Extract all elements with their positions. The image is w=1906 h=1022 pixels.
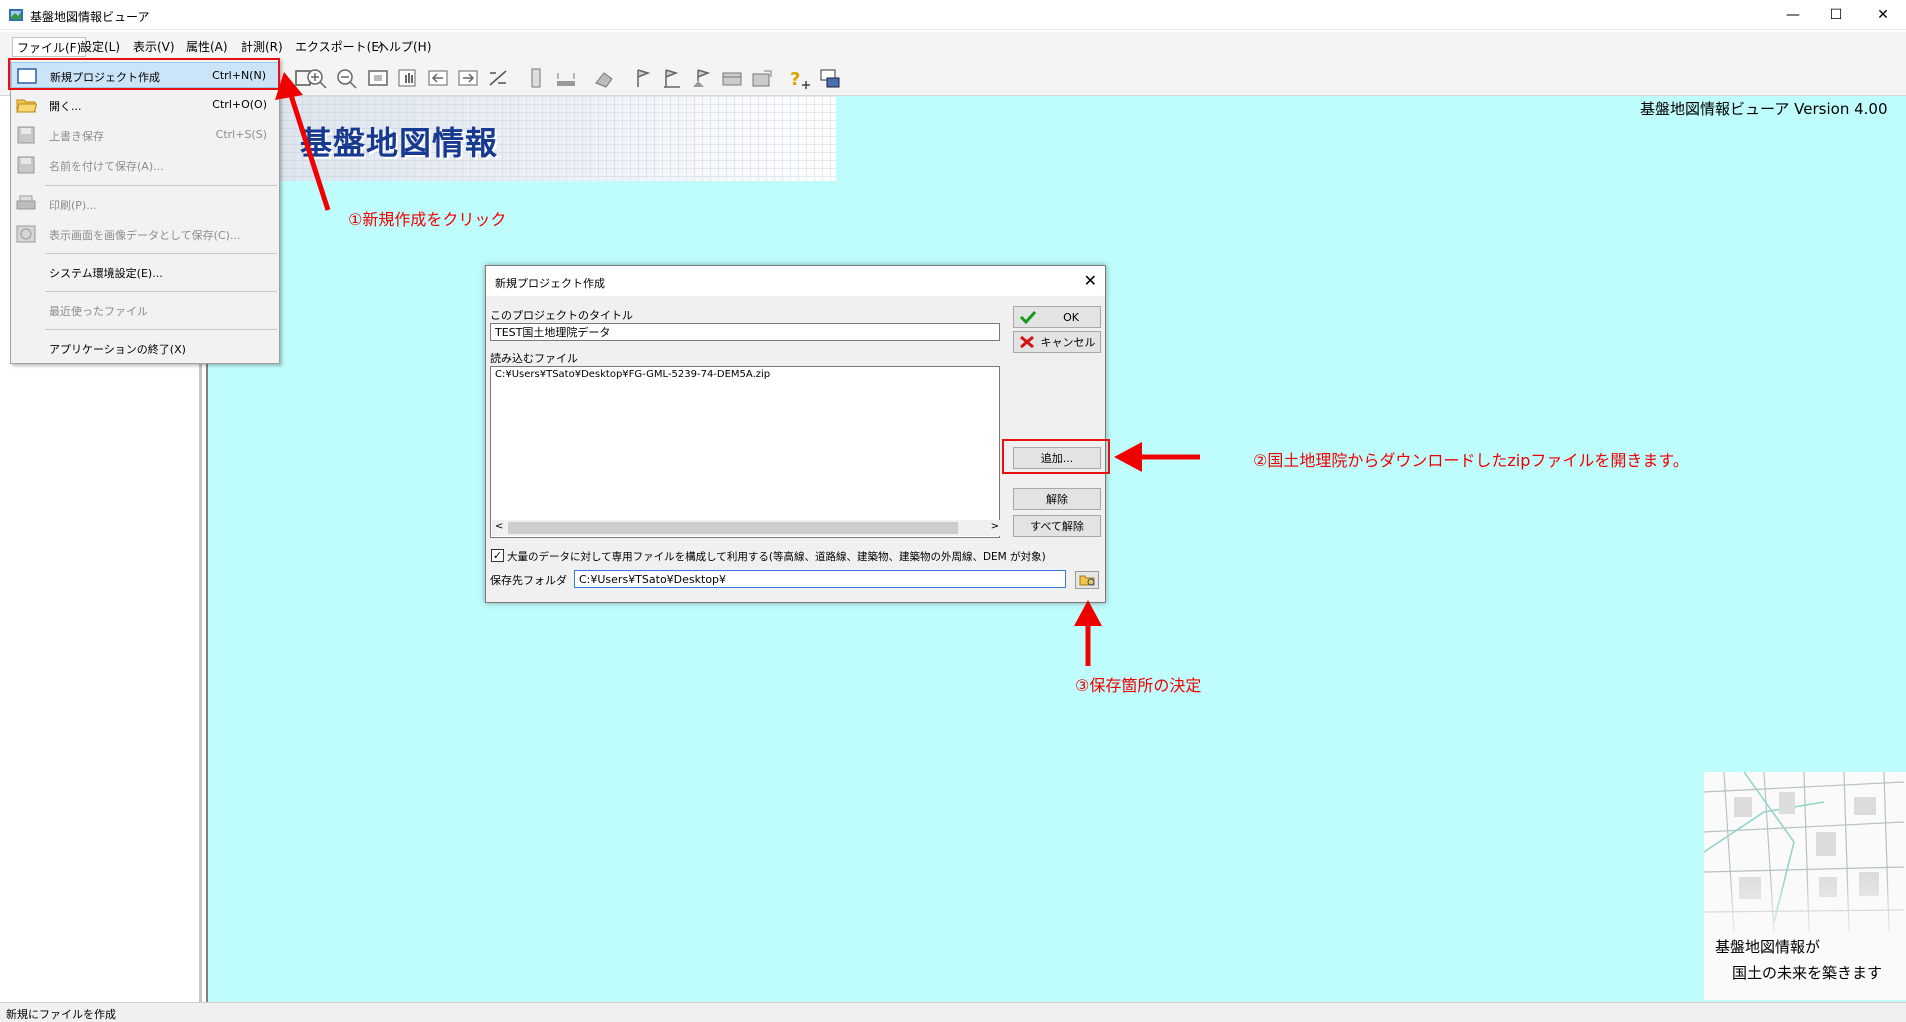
window-title: 基盤地図情報ビューア xyxy=(30,10,150,24)
title-bar: 基盤地図情報ビューア — ☐ ✕ xyxy=(0,0,1906,30)
save-as-icon xyxy=(17,156,35,174)
project-title-input[interactable]: TEST国土地理院データ xyxy=(490,323,1000,341)
menu-separator xyxy=(45,253,277,254)
highlight-add-button xyxy=(1002,439,1110,474)
menu-attributes[interactable]: 属性(A) xyxy=(182,37,232,57)
cancel-x-icon xyxy=(1020,335,1034,349)
area-icon[interactable] xyxy=(554,67,578,89)
folder-browse-icon xyxy=(1079,575,1095,586)
dedicated-file-label: 大量のデータに対して専用ファイルを構成して利用する(等高線、道路線、建築物、建築… xyxy=(507,551,1046,563)
save-image-icon xyxy=(16,225,36,243)
menu-settings[interactable]: 設定(L) xyxy=(76,37,124,57)
menu-item-print[interactable]: 印刷(P)... xyxy=(11,191,279,217)
menu-item-system-settings[interactable]: システム環境設定(E)... xyxy=(11,259,279,285)
menu-help[interactable]: ヘルプ(H) xyxy=(373,37,435,57)
menu-measure[interactable]: 計測(R) xyxy=(237,37,287,57)
menu-separator xyxy=(45,291,277,292)
scrollbar-thumb[interactable] xyxy=(508,522,958,534)
status-text: 新規にファイルを作成 xyxy=(6,1008,116,1021)
app-icon xyxy=(9,9,23,21)
svg-text:?: ? xyxy=(790,69,800,89)
forward-icon[interactable] xyxy=(456,67,480,89)
scroll-left-icon[interactable]: < xyxy=(495,521,503,532)
save-folder-input[interactable]: C:¥Users¥TSato¥Desktop¥ xyxy=(574,570,1066,588)
menu-view[interactable]: 表示(V) xyxy=(129,37,179,57)
measure-icon[interactable] xyxy=(486,67,510,89)
help-icon[interactable]: ? xyxy=(788,67,812,89)
menu-separator xyxy=(45,185,277,186)
status-bar: 新規にファイルを作成 xyxy=(0,1002,1906,1022)
dialog-title-bar: 新規プロジェクト作成 ✕ xyxy=(486,266,1105,296)
menu-separator xyxy=(45,329,277,330)
close-window-button[interactable]: ✕ xyxy=(1860,0,1906,30)
erase-icon[interactable] xyxy=(592,67,616,89)
annotation-step1: ①新規作成をクリック xyxy=(348,210,507,229)
menu-bar: ファイル(F) 設定(L) 表示(V) 属性(A) 計測(R) エクスポート(E… xyxy=(0,32,1906,60)
highlight-new-project xyxy=(8,58,280,90)
flag-icon[interactable] xyxy=(630,67,654,89)
pan-hand-icon[interactable] xyxy=(396,67,420,89)
save-icon xyxy=(17,126,35,144)
remove-all-button[interactable]: すべて解除 xyxy=(1013,515,1101,537)
ruler-icon[interactable] xyxy=(524,67,548,89)
annotation-step2: ②国土地理院からダウンロードしたzipファイルを開きます。 xyxy=(1253,451,1689,470)
file-menu-dropdown: 新規プロジェクト作成 Ctrl+N(N) 開く... Ctrl+O(O) 上書き… xyxy=(10,58,280,364)
layer-icon[interactable] xyxy=(720,67,744,89)
flag-line-icon[interactable] xyxy=(660,67,684,89)
info-icon[interactable] xyxy=(818,67,842,89)
banner: 基盤地図情報 xyxy=(278,96,836,181)
menu-item-save-as[interactable]: 名前を付けて保存(A)... xyxy=(11,152,279,178)
menu-item-save-image[interactable]: 表示画面を画像データとして保存(C)... xyxy=(11,221,279,247)
annotation-arrow-3 xyxy=(1074,600,1102,666)
list-item[interactable]: C:¥Users¥TSato¥Desktop¥FG-GML-5239-74-DE… xyxy=(495,369,770,380)
menu-item-recent-files[interactable]: 最近使ったファイル xyxy=(11,297,279,323)
menu-item-save[interactable]: 上書き保存 Ctrl+S(S) xyxy=(11,122,279,148)
save-folder-label: 保存先フォルダ xyxy=(490,574,567,587)
version-label: 基盤地図情報ビューア Version 4.00 xyxy=(1640,100,1888,118)
minimize-button[interactable]: — xyxy=(1770,0,1816,30)
project-title-label: このプロジェクトのタイトル xyxy=(490,309,633,322)
print-icon xyxy=(16,195,36,210)
logo-caption-line1: 基盤地図情報が xyxy=(1715,938,1821,956)
file-list[interactable]: C:¥Users¥TSato¥Desktop¥FG-GML-5239-74-DE… xyxy=(490,366,1002,538)
flag-area-icon[interactable] xyxy=(690,67,714,89)
new-project-dialog: 新規プロジェクト作成 ✕ このプロジェクトのタイトル TEST国土地理院データ … xyxy=(485,265,1106,603)
folder-browse-button[interactable] xyxy=(1075,571,1099,589)
dialog-close-button[interactable]: ✕ xyxy=(1084,271,1097,290)
files-label: 読み込むファイル xyxy=(490,352,578,365)
logo-caption-line2: 国土の未来を築きます xyxy=(1732,964,1883,982)
open-folder-icon xyxy=(16,99,37,113)
horizontal-scrollbar[interactable]: < > xyxy=(492,520,1002,536)
cancel-button[interactable]: キャンセル xyxy=(1013,331,1101,353)
ok-button[interactable]: OK xyxy=(1013,306,1101,328)
annotation-arrow-1 xyxy=(275,72,331,211)
dialog-title: 新規プロジェクト作成 xyxy=(495,277,605,290)
annotation-step3: ③保存箇所の決定 xyxy=(1075,676,1202,695)
menu-item-exit[interactable]: アプリケーションの終了(X) xyxy=(11,335,279,361)
back-icon[interactable] xyxy=(426,67,450,89)
fit-icon[interactable] xyxy=(366,67,390,89)
checkmark-icon xyxy=(1019,310,1037,324)
dedicated-file-checkbox[interactable]: ✓ xyxy=(491,549,504,562)
menu-item-open[interactable]: 開く... Ctrl+O(O) xyxy=(11,92,279,118)
annotation-arrow-2 xyxy=(1114,442,1200,472)
scroll-right-icon[interactable]: > xyxy=(991,521,999,532)
layer-edit-icon[interactable] xyxy=(750,67,774,89)
remove-file-button[interactable]: 解除 xyxy=(1013,488,1101,510)
maximize-button[interactable]: ☐ xyxy=(1813,0,1859,30)
